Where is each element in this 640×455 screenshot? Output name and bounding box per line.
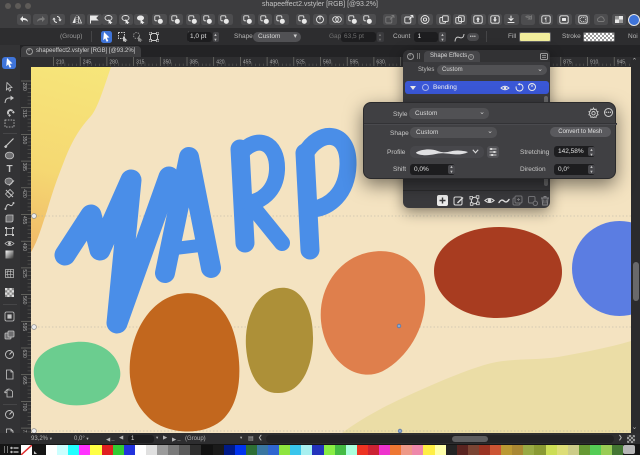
svg-text:T: T <box>6 164 12 174</box>
svg-text:630: 630 <box>21 350 27 359</box>
svg-text:455: 455 <box>21 216 27 225</box>
svg-text:595: 595 <box>21 323 27 332</box>
svg-text:665: 665 <box>21 376 27 385</box>
svg-text:700: 700 <box>21 403 27 412</box>
svg-text:350: 350 <box>21 136 27 145</box>
svg-text:315: 315 <box>21 109 27 118</box>
svg-text:420: 420 <box>21 189 27 198</box>
svg-text:280: 280 <box>21 83 27 92</box>
svg-text:490: 490 <box>21 243 27 252</box>
svg-text:560: 560 <box>21 296 27 305</box>
svg-text:385: 385 <box>21 163 27 172</box>
svg-text:525: 525 <box>21 269 27 278</box>
svg-text:¶: ¶ <box>545 17 548 23</box>
